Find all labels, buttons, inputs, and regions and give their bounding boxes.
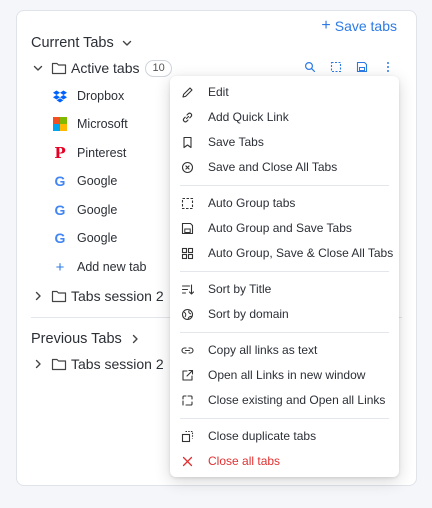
menu-item-label: Save Tabs xyxy=(208,135,264,149)
link-text-icon xyxy=(181,346,194,354)
chevron-right-icon xyxy=(132,334,138,344)
current-tabs-header[interactable]: Current Tabs xyxy=(31,35,134,51)
bookmark-icon xyxy=(183,136,192,148)
save-icon xyxy=(181,222,194,234)
sort-icon xyxy=(181,283,194,295)
menu-item-label: Close all tabs xyxy=(208,454,281,468)
duplicate-icon xyxy=(181,430,194,442)
session-group-label: Tabs session 2 xyxy=(71,356,164,372)
menu-item-save-tabs[interactable]: Save Tabs xyxy=(170,130,399,154)
plus-icon: + xyxy=(321,17,331,34)
menu-item-close-duplicates[interactable]: Close duplicate tabs xyxy=(170,424,399,448)
menu-item-copy-links[interactable]: Copy all links as text xyxy=(170,338,399,362)
menu-item-label: Copy all links as text xyxy=(208,343,318,357)
session-group[interactable]: Tabs session 2 xyxy=(31,286,164,306)
folder-icon xyxy=(51,62,67,75)
tab-item[interactable]: P Pinterest xyxy=(53,144,126,162)
group-icon xyxy=(181,197,194,209)
menu-item-label: Open all Links in new window xyxy=(208,368,366,382)
globe-icon xyxy=(181,308,194,320)
menu-item-auto-group[interactable]: Auto Group tabs xyxy=(170,191,399,215)
link-icon xyxy=(182,112,193,122)
dropbox-icon xyxy=(53,90,67,103)
tab-title: Dropbox xyxy=(77,89,125,103)
circle-x-icon xyxy=(181,161,194,173)
chevron-down-icon xyxy=(122,40,131,46)
tab-item[interactable]: Dropbox xyxy=(53,87,124,105)
folder-icon xyxy=(51,358,67,371)
previous-session-group[interactable]: Tabs session 2 xyxy=(31,354,164,374)
menu-item-auto-group-save-close[interactable]: Auto Group, Save & Close All Tabs xyxy=(170,241,399,265)
menu-item-label: Save and Close All Tabs xyxy=(208,160,338,174)
current-tabs-title: Current Tabs xyxy=(31,35,114,51)
microsoft-icon xyxy=(53,117,67,131)
save-icon[interactable] xyxy=(356,61,368,73)
group-icon[interactable] xyxy=(330,61,342,73)
pencil-icon xyxy=(182,86,193,98)
menu-item-close-all[interactable]: Close all tabs xyxy=(170,449,399,473)
menu-separator xyxy=(180,185,389,186)
menu-item-label: Sort by Title xyxy=(208,282,272,296)
save-tabs-button[interactable]: + Save tabs xyxy=(321,17,397,35)
menu-item-label: Auto Group tabs xyxy=(208,196,296,210)
chevron-down-icon[interactable] xyxy=(31,61,45,75)
chevron-right-icon[interactable] xyxy=(31,357,45,371)
tab-item[interactable]: G Google xyxy=(53,201,118,219)
google-icon: G xyxy=(54,173,66,189)
external-link-icon xyxy=(182,369,194,381)
active-tabs-label: Active tabs xyxy=(71,60,140,76)
pinterest-icon: P xyxy=(54,144,66,162)
menu-item-auto-group-save[interactable]: Auto Group and Save Tabs xyxy=(170,216,399,240)
session-group-label: Tabs session 2 xyxy=(71,288,164,304)
menu-item-save-close-all[interactable]: Save and Close All Tabs xyxy=(170,155,399,179)
add-new-tab-button[interactable]: + Add new tab xyxy=(53,258,147,276)
dashed-arrow-icon xyxy=(182,394,193,406)
menu-separator xyxy=(180,271,389,272)
tab-title: Microsoft xyxy=(77,117,128,131)
tab-actions-menu: Edit Add Quick Link Save Tabs Save and C… xyxy=(170,76,399,477)
previous-tabs-header[interactable]: Previous Tabs xyxy=(31,331,142,347)
tab-item[interactable]: G Google xyxy=(53,229,118,247)
menu-item-close-open-links[interactable]: Close existing and Open all Links xyxy=(170,388,399,412)
tab-item[interactable]: G Google xyxy=(53,172,118,190)
chevron-right-icon[interactable] xyxy=(31,289,45,303)
menu-item-label: Edit xyxy=(208,85,229,99)
group-actions xyxy=(304,61,394,73)
menu-item-open-new-window[interactable]: Open all Links in new window xyxy=(170,363,399,387)
menu-item-label: Close duplicate tabs xyxy=(208,429,317,443)
menu-separator xyxy=(180,418,389,419)
grid-icon xyxy=(181,247,194,259)
search-icon[interactable] xyxy=(304,61,316,73)
folder-icon xyxy=(51,290,67,303)
menu-item-label: Close existing and Open all Links xyxy=(208,393,386,407)
plus-icon: + xyxy=(55,258,65,276)
menu-item-label: Auto Group, Save & Close All Tabs xyxy=(208,246,394,260)
close-icon xyxy=(182,456,193,466)
more-vertical-icon[interactable] xyxy=(382,61,394,73)
tab-title: Google xyxy=(77,231,118,245)
menu-separator xyxy=(180,332,389,333)
save-tabs-label: Save tabs xyxy=(334,18,397,34)
menu-item-edit[interactable]: Edit xyxy=(170,80,399,104)
active-tabs-group[interactable]: Active tabs 10 xyxy=(31,58,172,78)
add-new-tab-label: Add new tab xyxy=(77,260,147,274)
menu-item-label: Sort by domain xyxy=(208,307,289,321)
tab-item[interactable]: Microsoft xyxy=(53,115,128,133)
tab-title: Google xyxy=(77,174,118,188)
google-icon: G xyxy=(54,230,66,246)
menu-item-label: Add Quick Link xyxy=(208,110,289,124)
menu-item-add-quick-link[interactable]: Add Quick Link xyxy=(170,105,399,129)
menu-item-sort-domain[interactable]: Sort by domain xyxy=(170,302,399,326)
tab-title: Google xyxy=(77,203,118,217)
tab-count-badge: 10 xyxy=(145,59,172,77)
tab-title: Pinterest xyxy=(77,146,127,160)
google-icon: G xyxy=(54,202,66,218)
menu-item-sort-title[interactable]: Sort by Title xyxy=(170,277,399,301)
menu-item-label: Auto Group and Save Tabs xyxy=(208,221,352,235)
previous-tabs-title: Previous Tabs xyxy=(31,331,122,347)
